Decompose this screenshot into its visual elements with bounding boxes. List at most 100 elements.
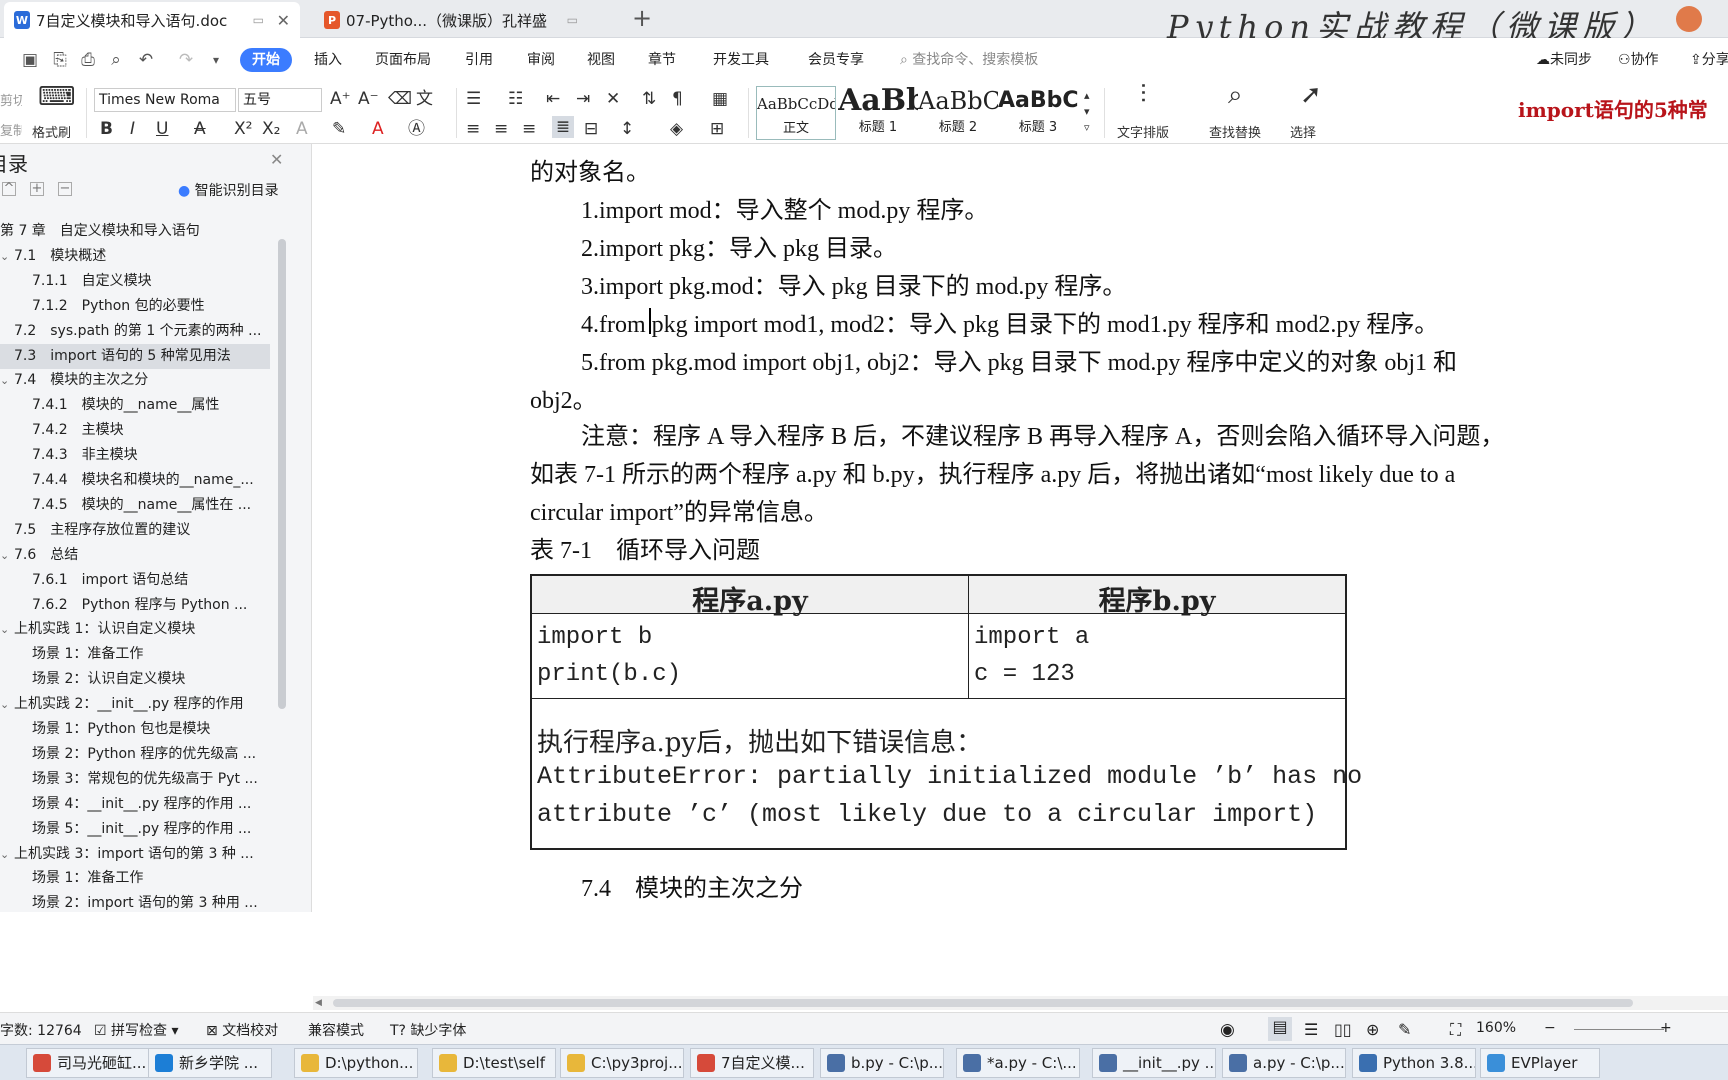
italic-icon[interactable]: I [130, 118, 135, 140]
toc-item[interactable]: ⌄ 7.4 模块的主次之分 [0, 368, 270, 393]
proofread-button[interactable]: ⊠ 文档校对 [206, 1020, 278, 1040]
menu-view[interactable]: 视图 [587, 48, 615, 72]
menu-references[interactable]: 引用 [465, 48, 493, 72]
toc-item[interactable]: 7.4.4 模块名和模块的__name_... [0, 468, 270, 493]
redo-icon[interactable]: ↷ [176, 50, 196, 70]
avatar[interactable] [1676, 6, 1702, 32]
line-spacing-icon[interactable]: ↕ [620, 118, 634, 140]
clear-format-icon[interactable]: ⌫ [388, 88, 412, 110]
chevron-down-icon[interactable]: ⌄ [0, 244, 14, 269]
preview-icon[interactable]: ⌕ [106, 50, 126, 70]
style-heading3[interactable]: AaBbC 标题 3 [998, 86, 1078, 140]
align-center-icon[interactable]: ≡ [494, 118, 508, 140]
toc-item[interactable]: 7.3 import 语句的 5 种常见用法 [0, 343, 270, 369]
numbered-list-icon[interactable]: ☷ [508, 88, 523, 110]
toc-item[interactable]: 场景 2：import 语句的第 3 种用 ... [0, 891, 270, 912]
menu-review[interactable]: 审阅 [527, 48, 555, 72]
close-icon[interactable]: ✕ [270, 150, 283, 169]
chinese-layout-icon[interactable]: ✕ [606, 88, 620, 110]
sync-status[interactable]: ☁未同步 [1536, 48, 1592, 72]
strikethrough-icon[interactable]: A [194, 118, 206, 140]
smart-toc-button[interactable]: ● 智能识别目录 [178, 180, 279, 200]
undo-icon[interactable]: ↶ [136, 50, 156, 70]
toc-item[interactable]: ⌄ 上机实践 2：__init__.py 程序的作用 [0, 692, 270, 717]
toc-item[interactable]: 7.4.5 模块的__name__属性在 ... [0, 493, 270, 518]
toc-item[interactable]: 7.6.1 import 语句总结 [0, 568, 270, 593]
toc-item[interactable]: ⌄ 7.1 模块概述 [0, 244, 270, 269]
taskbar-item[interactable]: 司马光砸缸... [26, 1048, 150, 1078]
remove-heading-icon[interactable]: − [58, 182, 72, 196]
page-view-icon[interactable]: ▤ [1268, 1017, 1292, 1041]
chevron-down-icon[interactable]: ▾ [206, 50, 226, 70]
tab-float-icon[interactable]: ▭ [253, 13, 264, 27]
format-painter-icon[interactable]: ⌨ [38, 84, 76, 110]
tab-float-icon[interactable]: ▭ [567, 13, 578, 27]
horizontal-scrollbar[interactable]: ◀ [313, 996, 1728, 1010]
web-view-icon[interactable]: ⊕ [1366, 1020, 1379, 1039]
font-size-select[interactable]: 五号 [238, 88, 322, 112]
select-cursor-icon[interactable]: ➚ [1300, 82, 1322, 108]
taskbar-item[interactable]: EVPlayer [1480, 1048, 1600, 1078]
write-mode-icon[interactable]: ✎ [1398, 1020, 1411, 1039]
menu-member[interactable]: 会员专享 [808, 48, 864, 72]
underline-icon[interactable]: U [156, 118, 168, 140]
taskbar-item[interactable]: D:\test\self [432, 1048, 556, 1078]
collaborate-button[interactable]: ⚇协作 [1618, 48, 1659, 72]
decrease-indent-icon[interactable]: ⇤ [546, 88, 560, 110]
menu-insert[interactable]: 插入 [314, 48, 342, 72]
align-right-icon[interactable]: ≡ [522, 118, 536, 140]
print-icon[interactable]: ⎙ [78, 50, 98, 70]
toc-item[interactable]: 场景 4：__init__.py 程序的作用 ... [0, 792, 270, 817]
toc-item[interactable]: 7.4.3 非主模块 [0, 443, 270, 468]
toc-item[interactable]: ⌄ 上机实践 3：import 语句的第 3 种 ... [0, 842, 270, 867]
toc-item[interactable]: 7.4.1 模块的__name__属性 [0, 393, 270, 418]
toc-item[interactable]: 第 7 章 自定义模块和导入语句 [0, 219, 270, 244]
style-normal[interactable]: AaBbCcDd 正文 [756, 86, 836, 140]
toc-item[interactable]: 场景 1：准备工作 [0, 866, 270, 891]
share-button[interactable]: ⇪分享 [1690, 48, 1728, 72]
text-effect-icon[interactable]: A [296, 118, 308, 140]
taskbar-item[interactable]: 新乡学院 ... [148, 1048, 272, 1078]
collapse-all-icon[interactable]: ^ [2, 182, 16, 196]
command-search[interactable]: ⌕ 查找命令、搜索模板 [900, 48, 1038, 72]
toc-item[interactable]: 场景 2：Python 程序的优先级高 ... [0, 742, 270, 767]
text-layout-button[interactable]: 文字排版 [1117, 122, 1169, 141]
spell-check-button[interactable]: ☑ 拼写检查 ▾ [94, 1020, 179, 1040]
distributed-icon[interactable]: ⊟ [584, 118, 598, 140]
table-tools-icon[interactable]: ▦ [712, 88, 728, 110]
toc-item[interactable]: 7.1.2 Python 包的必要性 [0, 294, 270, 319]
superscript-icon[interactable]: X² [234, 118, 252, 140]
toc-item[interactable]: ⌄ 上机实践 1：认识自定义模块 [0, 617, 270, 642]
chevron-down-icon[interactable]: ⌄ [0, 543, 14, 568]
toc-item[interactable]: 场景 3：常规包的优先级高于 Pyt ... [0, 767, 270, 792]
menu-page-layout[interactable]: 页面布局 [375, 48, 431, 72]
format-painter-label[interactable]: 格式刷 [32, 122, 71, 141]
taskbar-item[interactable]: D:\python... [294, 1048, 418, 1078]
taskbar-item[interactable]: 7自定义模... [690, 1048, 814, 1078]
phonetic-icon[interactable]: 文 [416, 88, 433, 110]
fit-page-icon[interactable]: ⛶ [1450, 1020, 1461, 1040]
scroll-left-icon[interactable]: ◀ [315, 998, 322, 1008]
font-family-select[interactable]: Times New Roma [94, 88, 236, 112]
zoom-slider[interactable] [1574, 1029, 1664, 1030]
style-heading1[interactable]: AaBb 标题 1 [838, 86, 918, 140]
missing-font-button[interactable]: T? 缺少字体 [390, 1020, 466, 1040]
tab-document[interactable]: W 7自定义模块和导入语句.doc ▭ ✕ [4, 2, 300, 38]
zoom-in-icon[interactable]: + [1660, 1020, 1672, 1036]
select-button[interactable]: 选择 [1290, 122, 1316, 141]
export-icon[interactable]: ⎘ [50, 50, 70, 70]
close-icon[interactable]: ✕ [277, 11, 290, 30]
find-replace-icon[interactable]: ⌕ [1228, 82, 1243, 108]
cut-button[interactable]: 剪切 [0, 90, 22, 109]
style-heading2[interactable]: AaBbC 标题 2 [918, 86, 998, 140]
taskbar-item[interactable]: a.py - C:\p... [1222, 1048, 1346, 1078]
zoom-out-icon[interactable]: − [1544, 1020, 1556, 1036]
char-border-icon[interactable]: Ⓐ [408, 118, 425, 140]
toc-item[interactable]: 7.5 主程序存放位置的建议 [0, 518, 270, 543]
shading-icon[interactable]: ◈ [670, 118, 683, 140]
shrink-font-icon[interactable]: A⁻ [358, 88, 379, 110]
increase-indent-icon[interactable]: ⇥ [576, 88, 590, 110]
show-marks-icon[interactable]: ¶ [672, 88, 683, 110]
new-tab-icon[interactable]: + [632, 4, 652, 32]
bold-icon[interactable]: B [100, 118, 113, 140]
